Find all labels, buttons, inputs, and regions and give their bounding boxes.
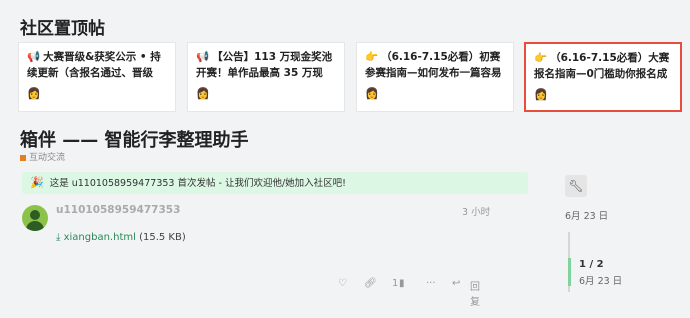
topic-title[interactable]: 箱伴 —— 智能行李整理助手 xyxy=(20,126,249,152)
post-time[interactable]: 3 小时 xyxy=(462,204,490,218)
timeline-start-date[interactable]: 6月 23 日 xyxy=(565,208,608,222)
timeline-scroll-handle[interactable] xyxy=(568,258,571,286)
pointing-hand-icon: 👉 xyxy=(365,51,379,63)
pinned-card[interactable]: 👉（6.16-7.15必看）初赛参赛指南—如何发布一篇容易入… 👩 xyxy=(356,42,514,112)
avatar: 👩 xyxy=(196,87,210,100)
notice-text: 这是 u1101058959477353 首次发帖 - 让我们欢迎他/她加入社区… xyxy=(49,178,346,189)
avatar: 👩 xyxy=(534,88,548,101)
post-username[interactable]: u1101058959477353 xyxy=(56,204,180,216)
pointing-hand-icon: 👉 xyxy=(534,52,548,64)
timeline-current-date: 6月 23 日 xyxy=(579,276,623,287)
pinned-card[interactable]: 📢大赛晋级&获奖公示 • 持续更新（含报名通过、晋级复… 👩 xyxy=(18,42,176,112)
megaphone-icon: 📢 xyxy=(196,51,210,63)
user-avatar[interactable] xyxy=(22,205,48,231)
pinned-section-title: 社区置顶帖 xyxy=(20,19,105,39)
pinned-card-text: （6.16-7.15必看）初赛参赛指南—如何发布一篇容易入… xyxy=(365,51,502,79)
category-badge[interactable]: 互动交流 xyxy=(20,150,65,163)
reply-arrow-icon[interactable]: ↩ xyxy=(452,278,460,289)
avatar: 👩 xyxy=(365,87,379,100)
pinned-card-text: 大赛晋级&获奖公示 • 持续更新（含报名通过、晋级复… xyxy=(27,51,161,79)
share-link-icon[interactable]: 🔗︎ xyxy=(364,278,377,289)
first-post-notice: 🎉 这是 u1101058959477353 首次发帖 - 让我们欢迎他/她加入社… xyxy=(22,172,528,194)
pinned-card[interactable]: 📢【公告】113 万现金奖池开赛！单作品最高 35 万现金… 👩 xyxy=(187,42,345,112)
attachment-size: (15.5 KB) xyxy=(139,232,186,243)
wrench-icon[interactable]: 🔧︎ xyxy=(565,175,587,197)
pinned-cards: 📢大赛晋级&获奖公示 • 持续更新（含报名通过、晋级复… 👩 📢【公告】113 … xyxy=(18,42,682,114)
avatar-head-shape xyxy=(30,210,40,220)
party-popper-icon: 🎉 xyxy=(30,176,44,189)
category-label: 互动交流 xyxy=(29,153,66,163)
pinned-card-text: （6.16-7.15必看）大赛报名指南—0门槛助你报名成功，… xyxy=(534,52,670,80)
attachment-link[interactable]: xiangban.html xyxy=(64,232,136,243)
avatar: 👩 xyxy=(27,87,41,100)
reply-button[interactable]: 回复 xyxy=(470,278,480,308)
avatar-body-shape xyxy=(26,221,44,231)
pinned-card-text: 【公告】113 万现金奖池开赛！单作品最高 35 万现金… xyxy=(196,51,333,79)
attachment: ⤓ xiangban.html (15.5 KB) xyxy=(56,232,186,243)
category-color-square xyxy=(20,154,26,161)
bookmark-count: 1 xyxy=(392,278,399,289)
pinned-card-highlighted[interactable]: 👉（6.16-7.15必看）大赛报名指南—0门槛助你报名成功，… 👩 xyxy=(524,42,682,112)
bookmark-icon[interactable]: ▮ xyxy=(399,278,405,289)
download-icon: ⤓ xyxy=(56,232,61,243)
megaphone-icon: 📢 xyxy=(27,51,41,63)
timeline-position: 1 / 2 xyxy=(579,259,604,270)
more-options-icon[interactable]: ··· xyxy=(426,278,436,289)
like-heart-icon[interactable]: ♡ xyxy=(338,278,347,289)
